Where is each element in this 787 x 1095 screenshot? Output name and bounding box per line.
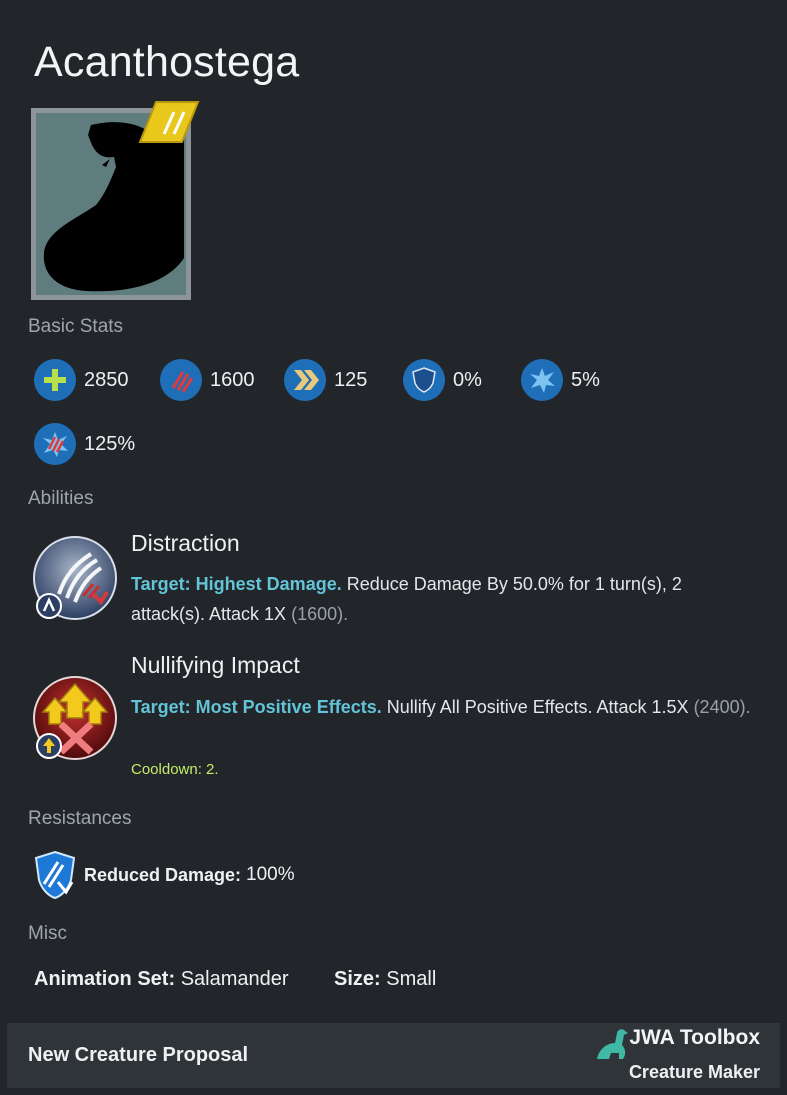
ability-damage: (1600).: [291, 604, 349, 624]
armor-icon: [403, 359, 445, 401]
section-misc: Misc: [28, 923, 68, 944]
speed-icon: [284, 359, 326, 401]
stat-speed: 125: [284, 359, 368, 401]
ability-desc-distraction: Target: Highest Damage. Reduce Damage By…: [131, 569, 751, 629]
section-basic-stats: Basic Stats: [28, 316, 124, 337]
ability-target: Target: Most Positive Effects.: [131, 697, 382, 717]
animation-set-label: Animation Set:: [34, 968, 176, 990]
ability-target: Target: Highest Damage.: [131, 574, 342, 594]
resistance-reduced-damage: Reduced Damage: 100%: [34, 850, 295, 900]
ability-effect-text: Nullify All Positive Effects. Attack 1.5…: [386, 697, 689, 717]
animation-set-value: Salamander: [180, 968, 289, 990]
footer-proposal: New Creature Proposal: [28, 1044, 249, 1066]
ability-name-distraction: Distraction: [131, 530, 240, 556]
section-resistances: Resistances: [28, 808, 132, 829]
stat-crit-chance: 5%: [521, 359, 600, 401]
stat-crit-multiplier-value: 125%: [84, 432, 136, 455]
stat-armor: 0%: [403, 359, 482, 401]
footer-bar: New Creature Proposal JWA Toolbox Creatu…: [7, 1023, 780, 1088]
misc-animation-set: Animation Set: Salamander: [34, 968, 289, 991]
rarity-badge-icon: [138, 101, 200, 143]
ability-damage: (2400).: [693, 697, 751, 717]
section-abilities: Abilities: [28, 488, 94, 509]
stat-speed-value: 125: [334, 368, 368, 391]
misc-size: Size: Small: [334, 968, 436, 991]
resistance-label: Reduced Damage:: [84, 864, 242, 885]
health-icon: [34, 359, 76, 401]
size-label: Size:: [334, 968, 381, 990]
stat-health: 2850: [34, 359, 129, 401]
size-value: Small: [386, 968, 437, 990]
footer-brand: JWA Toolbox: [629, 1026, 760, 1049]
ability-name-nullifying-impact: Nullifying Impact: [131, 652, 300, 678]
stat-crit-chance-value: 5%: [571, 368, 600, 391]
stat-armor-value: 0%: [453, 368, 482, 391]
stat-health-value: 2850: [84, 368, 129, 391]
nullifying-impact-ability-icon: [33, 676, 117, 760]
damage-icon: [160, 359, 202, 401]
creature-name: Acanthostega: [34, 38, 300, 86]
footer-brand-sub: Creature Maker: [628, 1062, 760, 1082]
stat-damage-value: 1600: [210, 368, 255, 391]
stat-crit-multiplier: 125%: [34, 423, 136, 465]
crit-chance-icon: [521, 359, 563, 401]
reduced-damage-resistance-icon: [34, 850, 76, 900]
ability-cooldown: Cooldown: 2.: [131, 761, 219, 778]
dinosaur-logo-icon: [597, 1029, 628, 1059]
stat-damage: 1600: [160, 359, 255, 401]
distraction-ability-icon: [33, 536, 117, 620]
resistance-value: 100%: [246, 864, 295, 885]
ability-desc-nullifying-impact: Target: Most Positive Effects. Nullify A…: [131, 692, 751, 722]
crit-multiplier-icon: [34, 423, 76, 465]
